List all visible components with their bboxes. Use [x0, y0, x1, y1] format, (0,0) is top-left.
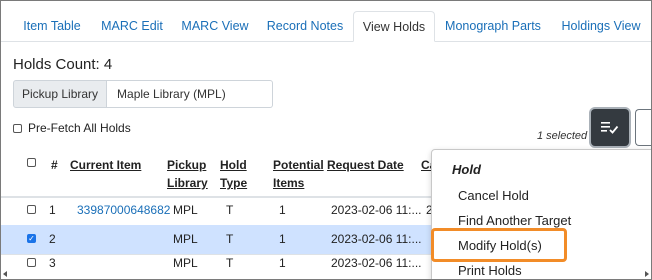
- col-hold-type-1[interactable]: Hold: [220, 156, 247, 174]
- list-check-icon: [601, 121, 619, 134]
- row-current-item-link[interactable]: 33987000648682: [77, 196, 170, 225]
- tab-view-holds[interactable]: View Holds: [353, 11, 435, 42]
- col-hold-type-2[interactable]: Type: [220, 174, 247, 192]
- scroll-right-arrow-icon: [645, 271, 649, 277]
- col-number: #: [51, 158, 58, 172]
- row-hold-type: T: [226, 203, 234, 217]
- row-checkbox[interactable]: [27, 205, 36, 214]
- col-potential-items-2[interactable]: Items: [273, 174, 304, 192]
- tab-monograph-parts[interactable]: Monograph Parts: [437, 11, 549, 41]
- row-potential: 1: [279, 203, 286, 217]
- menu-item-cancel-hold[interactable]: Cancel Hold: [458, 188, 529, 203]
- row-checkbox[interactable]: ✓: [27, 234, 36, 243]
- select-all-checkbox[interactable]: [27, 158, 36, 167]
- secondary-button[interactable]: [635, 109, 651, 146]
- col-pickup-library-2[interactable]: Library: [167, 174, 208, 192]
- col-pickup-library-1[interactable]: Pickup: [167, 156, 206, 174]
- col-potential-items-1[interactable]: Potential: [273, 156, 324, 174]
- selected-count: 1 selected: [537, 130, 588, 142]
- prefetch-label: Pre-Fetch All Holds: [28, 121, 131, 135]
- tab-marc-edit[interactable]: MARC Edit: [91, 11, 173, 41]
- actions-menu-button[interactable]: [591, 109, 629, 146]
- pickup-library-select[interactable]: Maple Library (MPL): [107, 80, 274, 108]
- modify-holds-highlight: [431, 228, 567, 262]
- col-current-item[interactable]: Current Item: [70, 156, 141, 174]
- holds-count: Holds Count: 4: [13, 56, 113, 73]
- horizontal-scrollbar[interactable]: [1, 269, 651, 279]
- prefetch-all-holds: Pre-Fetch All Holds: [13, 121, 131, 135]
- tab-marc-view[interactable]: MARC View: [173, 11, 257, 41]
- tab-holdings-view[interactable]: Holdings View: [551, 11, 651, 41]
- menu-item-find-another-target[interactable]: Find Another Target: [458, 213, 571, 228]
- row-pickup: MPL: [173, 203, 198, 217]
- tab-item-table[interactable]: Item Table: [13, 11, 91, 41]
- row-checkbox[interactable]: [27, 258, 36, 267]
- pickup-library-filter: Pickup Library Maple Library (MPL): [13, 80, 274, 108]
- prefetch-checkbox[interactable]: [13, 123, 22, 133]
- col-request-date[interactable]: Request Date: [327, 156, 404, 174]
- scroll-left-arrow-icon: [3, 271, 7, 277]
- row-request-date: 2023-02-06 11:...: [331, 203, 422, 217]
- pickup-library-label: Pickup Library: [13, 80, 108, 108]
- holds-panel: Item Table MARC Edit MARC View Record No…: [0, 0, 652, 280]
- tab-record-notes[interactable]: Record Notes: [257, 11, 353, 41]
- record-tabs: Item Table MARC Edit MARC View Record No…: [1, 1, 651, 42]
- menu-header-hold: Hold: [452, 162, 481, 177]
- row-number: 1: [49, 203, 56, 217]
